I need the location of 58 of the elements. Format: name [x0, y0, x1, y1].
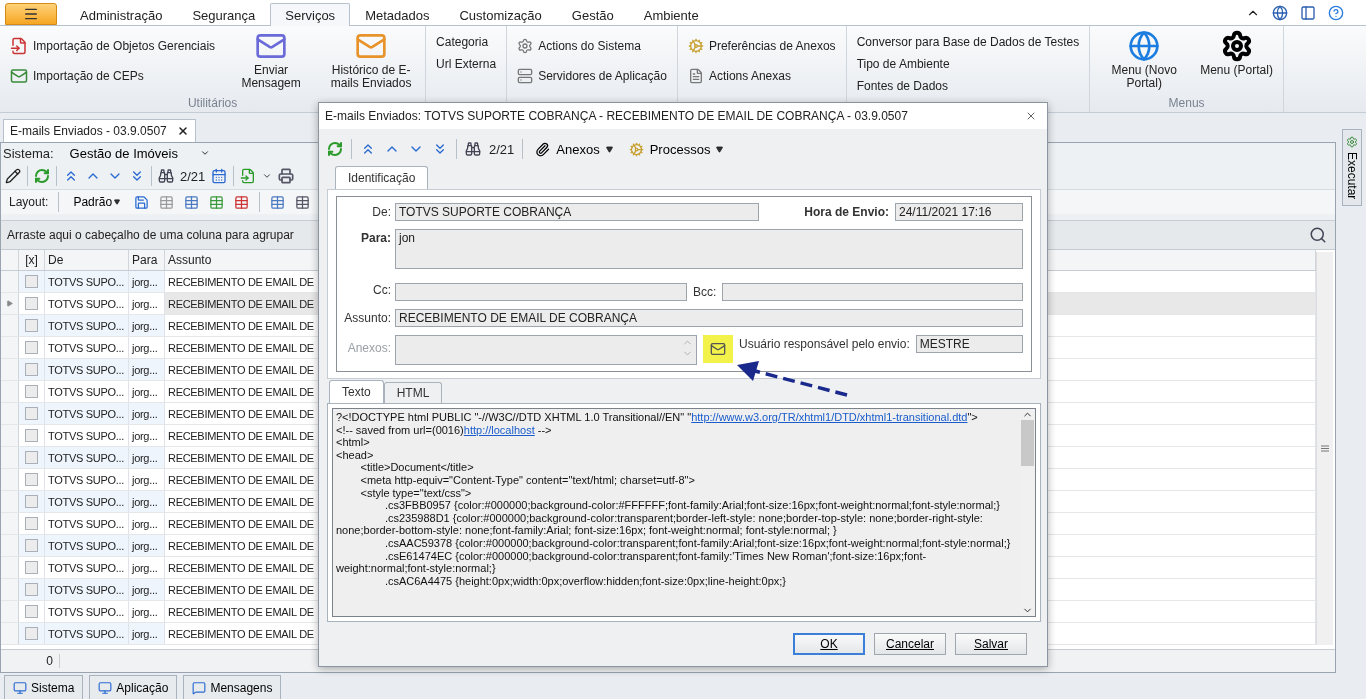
- field-label: Usuário responsável pelo envio:: [739, 336, 910, 351]
- record-counter: 2/21: [180, 168, 206, 184]
- table-cell: TOTVS SUPO...: [45, 579, 129, 600]
- group-label: Menus: [1167, 96, 1206, 112]
- window-title: E-mails Enviados: TOTVS SUPORTE COBRANÇA - RECEBIMENTO DE EMAIL DE COBRANÇA - 03.9.0507: [325, 109, 908, 123]
- table-cell: jorg...: [129, 425, 165, 446]
- table-cell: TOTVS SUPO...: [45, 403, 129, 424]
- record-counter: 2/21: [489, 141, 515, 157]
- code-text: .csAAC59378 {color:#000000;background-color:transparent;font-family:Arial;font-size:16px;font-weight:normal;font-style:normal;}: [383, 536, 1011, 549]
- system-label: Sistema:: [3, 145, 54, 161]
- table-cell: TOTVS SUPO...: [45, 315, 129, 336]
- table-cell: jorg...: [129, 403, 165, 424]
- table-cell: TOTVS SUPO...: [45, 469, 129, 490]
- table-cell: jorg...: [129, 623, 165, 644]
- table-cell: TOTVS SUPO...: [45, 271, 129, 292]
- table-cell: TOTVS SUPO...: [45, 425, 129, 446]
- code-text: <html>: [336, 436, 370, 449]
- field-label: Anexos:: [346, 340, 391, 357]
- code-text: -->: [536, 423, 552, 436]
- code-text: .cs235988D1 {color:#000000;background-color:transparent;border-left-style: none;border-top-style: none;border-right-style: none;border-bottom-style: none;font-family:Arial; font-size:16px; font-weight:normal; font-style:normal; }: [336, 511, 984, 537]
- field-label: De:: [371, 204, 391, 221]
- code-text: .cs3FBB0957 {color:#000000;background-color:#FFFFFF;font-family:Arial;font-size:16px;font-weight:normal;font-style:normal;}: [383, 499, 1000, 512]
- table-cell: jorg...: [129, 271, 165, 292]
- table-cell: TOTVS SUPO...: [45, 447, 129, 468]
- table-cell: TOTVS SUPO...: [45, 359, 129, 380]
- table-cell: TOTVS SUPO...: [45, 535, 129, 556]
- table-cell: jorg...: [129, 557, 165, 578]
- table-cell: TOTVS SUPO...: [45, 601, 129, 622]
- table-cell: jorg...: [129, 513, 165, 534]
- table-cell: TOTVS SUPO...: [45, 623, 129, 644]
- code-text: <meta http-equiv="Content-Type" content="text/html; charset=utf-8">: [359, 473, 695, 486]
- table-cell: jorg...: [129, 337, 165, 358]
- table-cell: jorg...: [129, 447, 165, 468]
- code-text: <head>: [336, 448, 374, 461]
- footer-count: 0: [1, 654, 60, 668]
- table-cell: jorg...: [129, 469, 165, 490]
- table-cell: TOTVS SUPO...: [45, 381, 129, 402]
- group-by-hint: Arraste aqui o cabeçalho de uma coluna para agrupar: [7, 228, 294, 242]
- code-text: ">: [967, 411, 978, 423]
- group-label: Utilitários: [186, 96, 239, 112]
- table-cell: TOTVS SUPO...: [45, 557, 129, 578]
- table-cell: jorg...: [129, 535, 165, 556]
- table-cell: TOTVS SUPO...: [45, 293, 129, 314]
- table-cell: TOTVS SUPO...: [45, 491, 129, 512]
- table-cell: jorg...: [129, 359, 165, 380]
- code-text: ?<!DOCTYPE html PUBLIC "-//W3C//DTD XHTML 1.0 Transitional//EN" ": [336, 411, 692, 423]
- field-label: Hora de Envio:: [804, 204, 889, 219]
- table-cell: jorg...: [129, 293, 165, 314]
- table-cell: TOTVS SUPO...: [45, 337, 129, 358]
- field-label: Para:: [359, 230, 391, 247]
- code-text: <!-- saved from url=(0016): [336, 423, 464, 436]
- table-cell: jorg...: [129, 579, 165, 600]
- layout-label: Layout:: [9, 195, 49, 209]
- table-cell: jorg...: [129, 315, 165, 336]
- table-cell: jorg...: [129, 491, 165, 512]
- table-cell: jorg...: [129, 601, 165, 622]
- table-cell: jorg...: [129, 381, 165, 402]
- table-cell: TOTVS SUPO...: [45, 513, 129, 534]
